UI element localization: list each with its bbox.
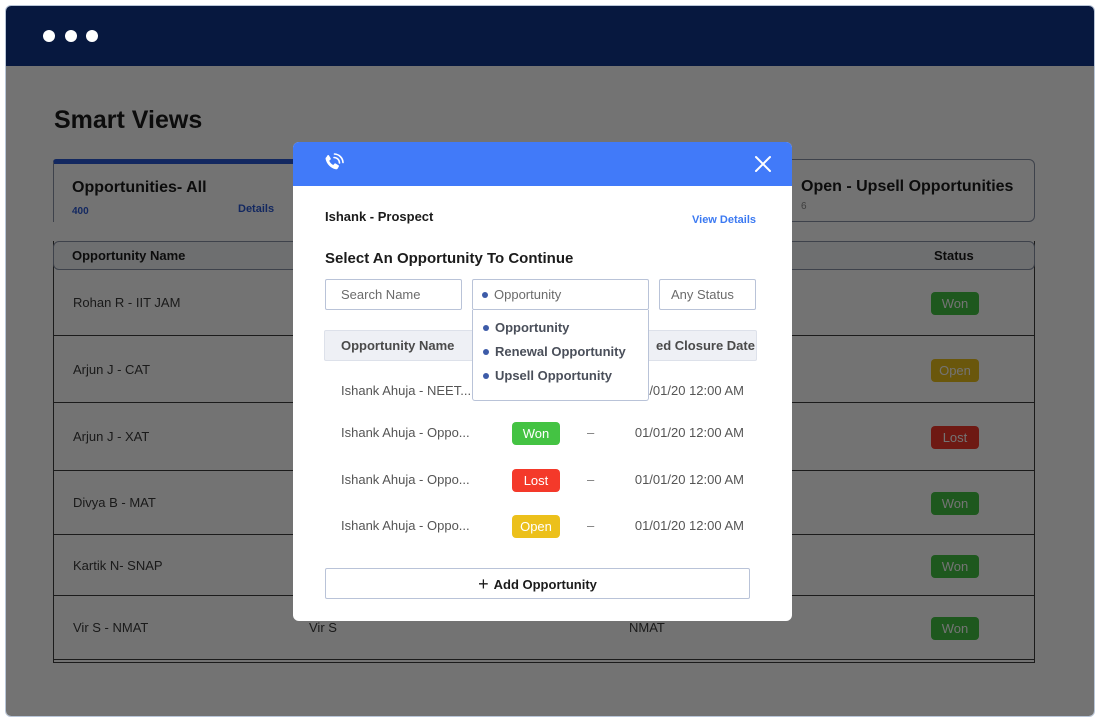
section-title: Select An Opportunity To Continue [325, 250, 574, 267]
bullet-icon [482, 291, 488, 298]
opportunity-name: Ishank Ahuja - Oppo... [341, 472, 470, 487]
plus-icon: + [478, 574, 489, 594]
column-header-opportunity-name[interactable]: Opportunity Name [341, 338, 454, 353]
status-badge: Won [512, 422, 560, 445]
opportunity-type-select[interactable]: Opportunity [472, 279, 649, 310]
empty-value-dash: – [587, 472, 595, 487]
status-badge: Open [512, 515, 560, 538]
opportunity-name: Ishank Ahuja - Oppo... [341, 425, 470, 440]
bullet-icon [483, 348, 489, 355]
closure-date: /01/20 12:00 AM [649, 383, 744, 398]
status-filter-select[interactable]: Any Status [659, 279, 756, 310]
view-details-link[interactable]: View Details [692, 214, 756, 226]
empty-value-dash: – [587, 425, 595, 440]
column-header-closure-date[interactable]: ed Closure Date [656, 338, 755, 353]
add-opportunity-button[interactable]: + Add Opportunity [325, 568, 750, 599]
select-opportunity-modal: Ishank - Prospect View Details Select An… [293, 142, 792, 621]
selected-type: Opportunity [494, 287, 562, 302]
empty-value-dash: – [587, 518, 595, 533]
dropdown-option-opportunity[interactable]: Opportunity [483, 320, 569, 335]
dropdown-option-upsell-opportunity[interactable]: Upsell Opportunity [483, 368, 612, 383]
prospect-name: Ishank - Prospect [325, 209, 434, 224]
opportunity-row[interactable]: Ishank Ahuja - Oppo... Lost – 01/01/20 12:0… [325, 469, 757, 493]
closure-date: 01/01/20 12:00 AM [634, 518, 744, 533]
search-name-input[interactable]: Search Name [325, 279, 462, 310]
opportunity-name: Ishank Ahuja - Oppo... [341, 518, 470, 533]
opportunity-row[interactable]: Ishank Ahuja - Oppo... Won – 01/01/20 12:00… [325, 422, 757, 446]
window-control-dot[interactable] [65, 30, 77, 42]
status-badge: Lost [512, 469, 560, 492]
dropdown-option-renewal-opportunity[interactable]: Renewal Opportunity [483, 344, 626, 359]
add-opportunity-label: Add Opportunity [493, 577, 597, 592]
opportunity-name: Ishank Ahuja - NEET... [341, 383, 472, 398]
close-icon[interactable] [753, 154, 773, 174]
phone-call-icon [325, 153, 344, 170]
title-bar [6, 6, 1094, 66]
modal-header [293, 142, 792, 186]
closure-date: 01/01/20 12:00 AM [634, 425, 744, 440]
closure-date: 01/01/20 12:00 AM [634, 472, 744, 487]
window-control-dot[interactable] [86, 30, 98, 42]
window-control-dot[interactable] [43, 30, 55, 42]
opportunity-type-dropdown: Opportunity Renewal Opportunity Upsell O… [472, 310, 649, 401]
bullet-icon [483, 372, 489, 379]
opportunity-row[interactable]: Ishank Ahuja - Oppo... Open – 01/01/20 12:0… [325, 515, 757, 539]
bullet-icon [483, 324, 489, 331]
